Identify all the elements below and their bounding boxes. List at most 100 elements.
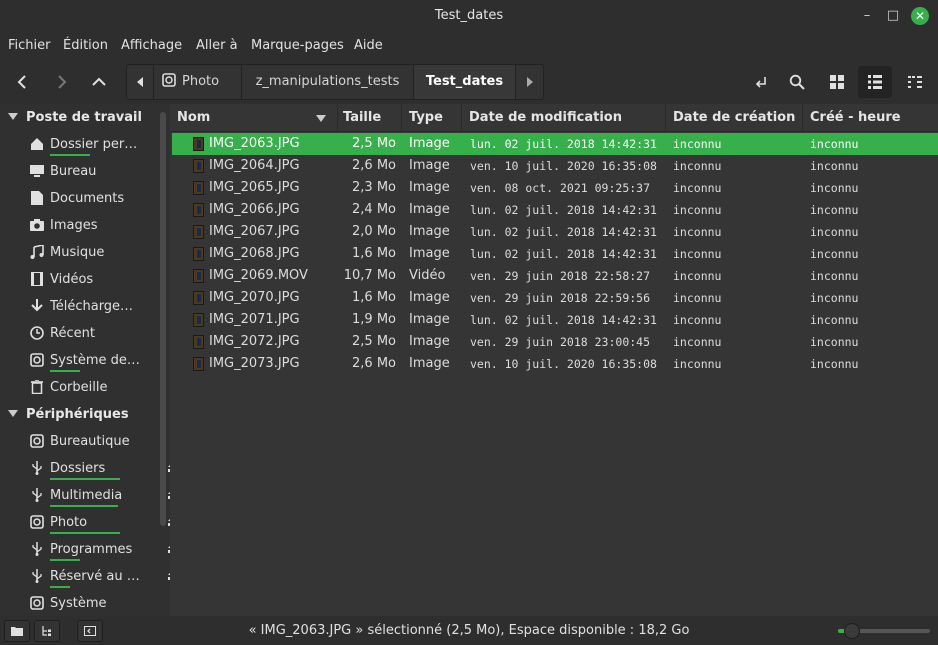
sidebar-item-systeme-de-fichiers[interactable]: Système de…: [28, 348, 168, 372]
clock-icon: [30, 326, 44, 340]
file-size: 2,4 Mo: [352, 202, 396, 217]
icon-view-button[interactable]: [820, 66, 854, 98]
file-name: IMG_2065.JPG: [209, 180, 300, 195]
drive-icon: [30, 596, 44, 610]
image-thumbnail-icon: [193, 313, 204, 327]
sidebar-item-corbeille[interactable]: Corbeille: [28, 375, 168, 399]
list-icon: [868, 75, 882, 89]
sidebar-item-telechargements[interactable]: Télécharge…: [28, 294, 168, 318]
search-button[interactable]: [780, 66, 814, 98]
up-button[interactable]: [83, 66, 115, 98]
sidebar-item-dossier-personnel[interactable]: Dossier per…: [28, 132, 168, 156]
table-row[interactable]: IMG_2073.JPG 2,6 Mo Image ven. 10 juil. 202…: [172, 353, 938, 375]
sidebar-item-systeme[interactable]: Système: [28, 591, 168, 615]
sidebar-section-peripheriques[interactable]: Périphériques: [8, 403, 129, 425]
zoom-slider[interactable]: [838, 623, 930, 639]
sidebar-item-bureautique[interactable]: Bureautique: [28, 429, 168, 453]
table-row[interactable]: IMG_2070.JPG 1,6 Mo Image ven. 29 juin 2018…: [172, 287, 938, 309]
breadcrumb-right-arrow[interactable]: [515, 65, 543, 99]
sidebar-item-label: Corbeille: [50, 379, 108, 395]
sidebar-item-multimedia[interactable]: Multimedia: [28, 483, 170, 507]
menu-fichier[interactable]: Fichier: [8, 38, 51, 53]
document-icon: [31, 191, 43, 205]
table-row[interactable]: IMG_2068.JPG 1,6 Mo Image lun. 02 juil. 201…: [172, 243, 938, 265]
table-row[interactable]: IMG_2071.JPG 1,9 Mo Image lun. 02 juil. 201…: [172, 309, 938, 331]
breadcrumb-photo-label: Photo: [182, 74, 220, 89]
file-modified: ven. 29 juin 2018 22:58:27: [470, 269, 651, 283]
status-text: « IMG_2063.JPG » sélectionné (2,5 Mo), E…: [248, 623, 690, 638]
sidebar-item-recent[interactable]: Récent: [28, 321, 168, 345]
table-row[interactable]: IMG_2065.JPG 2,3 Mo Image ven. 08 oct. 2021…: [172, 177, 938, 199]
image-thumbnail-icon: [193, 225, 204, 239]
drive-icon: [30, 353, 44, 367]
breadcrumb-test-dates[interactable]: Test_dates: [413, 65, 515, 99]
maximize-button[interactable]: □: [884, 7, 902, 25]
sidebar-item-musique[interactable]: Musique: [28, 240, 168, 264]
list-view-button[interactable]: [858, 66, 892, 98]
file-modified: lun. 02 juil. 2018 14:42:31: [470, 137, 657, 151]
breadcrumb-left-arrow[interactable]: [127, 65, 153, 99]
file-modified: lun. 02 juil. 2018 14:42:31: [470, 313, 657, 327]
table-row[interactable]: IMG_2066.JPG 2,4 Mo Image lun. 02 juil. 201…: [172, 199, 938, 221]
sidebar-section-poste-de-travail[interactable]: Poste de travail: [8, 106, 142, 128]
table-row[interactable]: IMG_2072.JPG 2,5 Mo Image ven. 29 juin 2018…: [172, 331, 938, 353]
menu-marque-pages[interactable]: Marque-pages: [251, 38, 344, 53]
file-created-time: inconnu: [810, 247, 859, 261]
sidebar-item-bureau[interactable]: Bureau: [28, 159, 168, 183]
sidebar-item-programmes[interactable]: Programmes: [28, 537, 170, 561]
sidebar: Poste de travail Dossier per… Bureau Doc…: [0, 104, 170, 616]
file-created-time: inconnu: [810, 335, 859, 349]
back-button[interactable]: [7, 66, 39, 98]
file-size: 2,5 Mo: [352, 334, 396, 349]
sidebar-item-reserve[interactable]: Réservé au …: [28, 564, 170, 588]
column-header-nom[interactable]: Nom: [170, 104, 338, 132]
file-type: Vidéo: [409, 268, 446, 283]
usage-bar: [50, 154, 90, 156]
menu-aide[interactable]: Aide: [354, 38, 383, 53]
table-row[interactable]: IMG_2069.MOV 10,7 Mo Vidéo ven. 29 juin 201…: [172, 265, 938, 287]
file-created-time: inconnu: [810, 313, 859, 327]
sidebar-item-label: Récent: [50, 325, 95, 341]
sidebar-item-label: Images: [50, 217, 98, 233]
minimize-button[interactable]: –: [858, 7, 876, 25]
sidebar-scrollbar[interactable]: [160, 112, 166, 526]
column-header-cree-heure[interactable]: Créé - heure: [803, 104, 938, 132]
file-created: inconnu: [673, 335, 722, 349]
sidebar-item-dossiers[interactable]: Dossiers: [28, 456, 170, 480]
desktop-icon: [30, 165, 44, 177]
open-terminal-button[interactable]: [744, 66, 778, 98]
file-created-time: inconnu: [810, 269, 859, 283]
sidebar-item-documents[interactable]: Documents: [28, 186, 168, 210]
file-size: 2,6 Mo: [352, 158, 396, 173]
column-header-date-modification[interactable]: Date de modification: [462, 104, 666, 132]
menu-affichage[interactable]: Affichage: [121, 38, 182, 53]
file-modified: lun. 02 juil. 2018 14:42:31: [470, 225, 657, 239]
breadcrumb-photo[interactable]: Photo: [153, 65, 241, 99]
sidebar-item-images[interactable]: Images: [28, 213, 168, 237]
sidebar-item-label: Système: [50, 595, 107, 611]
compact-view-button[interactable]: [898, 66, 932, 98]
menu-aller[interactable]: Aller à: [196, 38, 238, 53]
sidebar-item-label: Système de…: [50, 352, 140, 368]
zoom-slider-knob[interactable]: [843, 623, 860, 639]
file-modified: ven. 08 oct. 2021 09:25:37: [470, 181, 651, 195]
file-created-time: inconnu: [810, 181, 859, 195]
image-thumbnail-icon: [193, 269, 204, 283]
menu-edition[interactable]: Édition: [63, 38, 108, 53]
file-size: 1,6 Mo: [352, 290, 396, 305]
breadcrumb-z-manipulations[interactable]: z_manipulations_tests: [241, 65, 413, 99]
film-icon: [31, 272, 43, 286]
forward-button[interactable]: [45, 66, 77, 98]
sidebar-item-videos[interactable]: Vidéos: [28, 267, 168, 291]
table-row[interactable]: IMG_2064.JPG 2,6 Mo Image ven. 10 juil. 202…: [172, 155, 938, 177]
usage-bar: [50, 586, 70, 588]
column-header-taille[interactable]: Taille: [336, 104, 402, 132]
column-header-type[interactable]: Type: [402, 104, 462, 132]
close-button[interactable]: ✕: [911, 7, 929, 25]
column-header-date-creation[interactable]: Date de création: [666, 104, 803, 132]
table-row[interactable]: IMG_2063.JPG 2,5 Mo Image lun. 02 juil. 201…: [172, 133, 938, 155]
file-created: inconnu: [673, 357, 722, 371]
sidebar-item-photo[interactable]: Photo: [28, 510, 170, 534]
drive-icon: [162, 73, 176, 87]
table-row[interactable]: IMG_2067.JPG 2,0 Mo Image lun. 02 juil. 201…: [172, 221, 938, 243]
